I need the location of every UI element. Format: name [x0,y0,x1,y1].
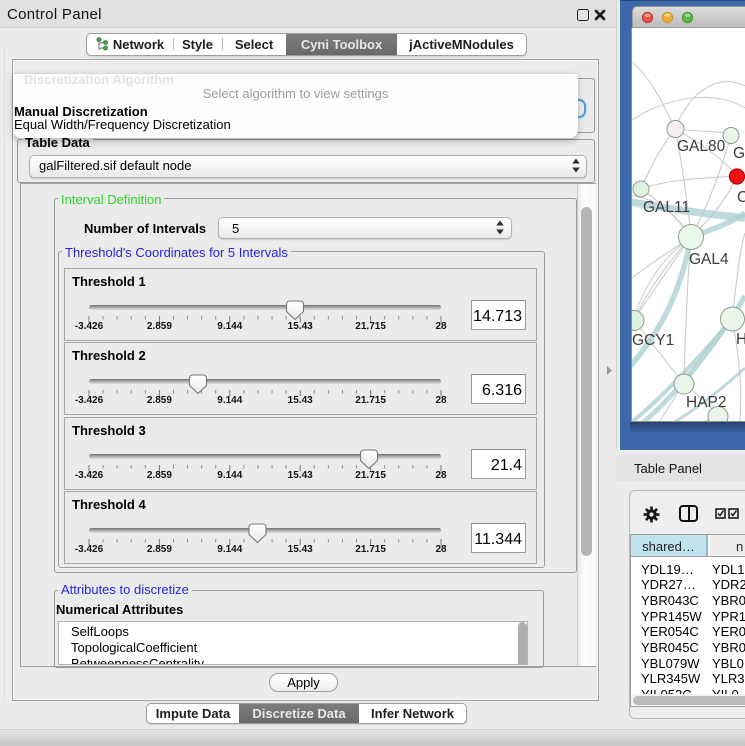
svg-text:C: C [737,189,745,206]
svg-text:GAL4: GAL4 [689,251,729,268]
svg-text:GAL80: GAL80 [677,138,726,155]
svg-text:G.: G. [733,145,745,162]
svg-text:HAP2: HAP2 [686,394,727,411]
svg-text:GAL11: GAL11 [643,199,690,216]
svg-text:GCY1: GCY1 [632,332,674,349]
svg-text:H: H [736,331,745,348]
